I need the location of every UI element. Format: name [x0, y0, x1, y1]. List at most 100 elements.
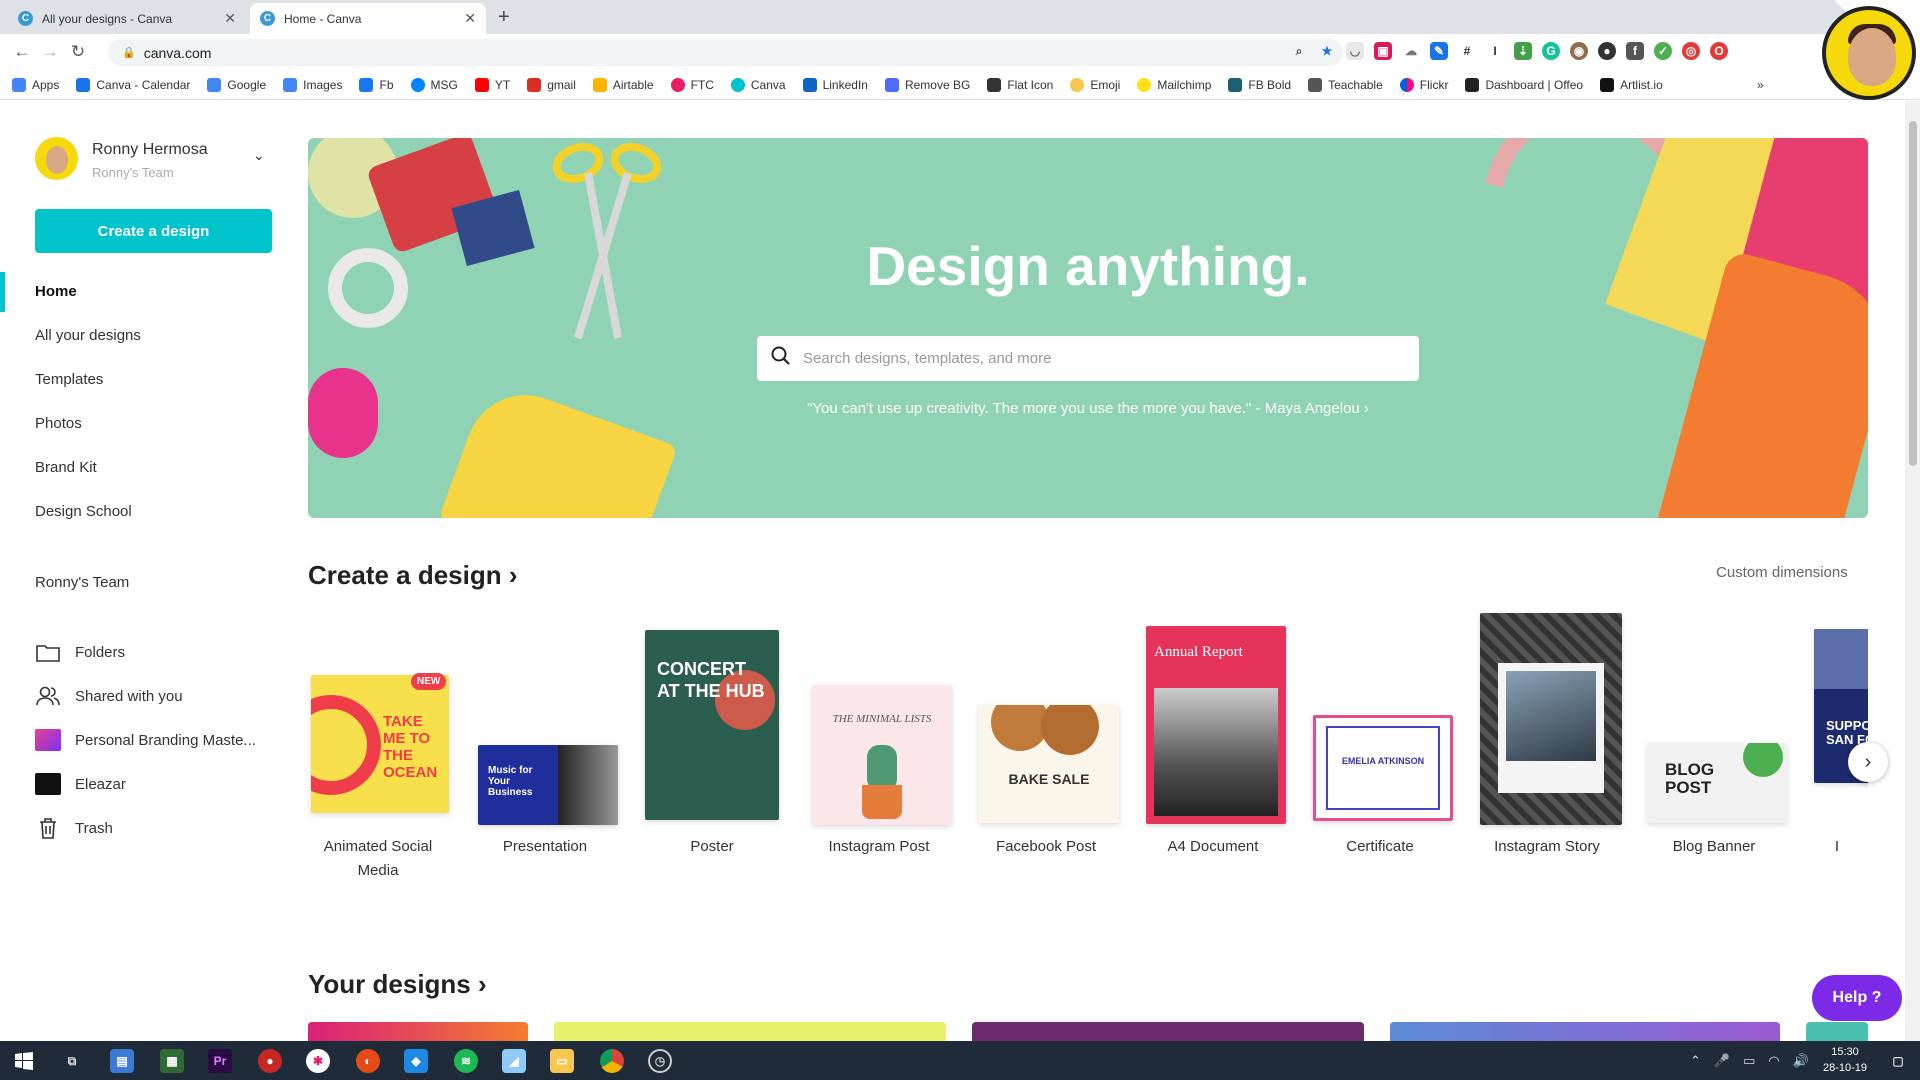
design-type-facebook-post[interactable]: BAKE SALE Facebook Post: [971, 608, 1121, 888]
app-icon[interactable]: ◐: [356, 1049, 380, 1073]
battery-icon[interactable]: ▭: [1743, 1053, 1755, 1069]
zoom-icon[interactable]: ⌕: [1290, 42, 1308, 60]
search-box[interactable]: [757, 336, 1419, 381]
bookmark-teachable[interactable]: Teachable: [1308, 77, 1383, 92]
bookmark-canva-calendar[interactable]: Canva - Calendar: [76, 77, 190, 92]
bookmark-apps[interactable]: Apps: [12, 77, 59, 92]
app-icon[interactable]: ◢: [502, 1049, 526, 1073]
chrome-icon[interactable]: [600, 1049, 624, 1073]
bookmark-remove-bg[interactable]: Remove BG: [884, 77, 970, 92]
create-design-button[interactable]: Create a design: [35, 209, 272, 253]
your-designs-heading[interactable]: Your designs ›: [308, 969, 487, 1000]
reload-icon[interactable]: ↻: [64, 42, 92, 62]
bookmark-canva[interactable]: Canva: [730, 77, 786, 92]
volume-icon[interactable]: 🔊: [1793, 1053, 1809, 1069]
hero-quote-link[interactable]: "You can't use up creativity. The more y…: [308, 400, 1868, 417]
carousel-next-button[interactable]: ›: [1848, 742, 1888, 782]
bookmark-emoji[interactable]: Emoji: [1070, 77, 1120, 92]
nav-templates[interactable]: Templates: [35, 371, 103, 388]
scrollbar-thumb[interactable]: [1909, 121, 1917, 466]
hash-icon[interactable]: #: [1458, 42, 1476, 60]
bookmark-linkedin[interactable]: LinkedIn: [802, 77, 868, 92]
sidebar-item-shared[interactable]: Shared with you: [35, 683, 183, 709]
wifi-icon[interactable]: ◠: [1768, 1053, 1779, 1069]
bookmark-flickr[interactable]: Flickr: [1399, 77, 1448, 92]
cloud-icon[interactable]: ☁: [1402, 42, 1420, 60]
extension-icon[interactable]: f: [1626, 42, 1644, 60]
bookmark-google[interactable]: Google: [207, 77, 266, 92]
sidebar-item-folders[interactable]: Folders: [35, 639, 125, 665]
close-icon[interactable]: ✕: [224, 10, 236, 27]
task-view-icon[interactable]: ⧉: [60, 1049, 84, 1073]
bookmark-artlist[interactable]: Artlist.io: [1600, 77, 1663, 92]
spotify-icon[interactable]: ≋: [454, 1049, 478, 1073]
app-icon[interactable]: ●: [258, 1049, 282, 1073]
forward-icon[interactable]: →: [36, 42, 64, 62]
bookmark-yt[interactable]: YT: [474, 77, 510, 92]
account-menu[interactable]: Ronny Hermosa Ronny's Team ⌄: [35, 137, 275, 187]
extension-icon[interactable]: ✎: [1430, 42, 1448, 60]
extension-icon[interactable]: ▣: [1374, 42, 1392, 60]
bookmark-gmail[interactable]: gmail: [527, 77, 576, 92]
windows-start-icon[interactable]: [12, 1049, 36, 1073]
close-icon[interactable]: ✕: [464, 10, 476, 27]
page-scrollbar[interactable]: [1905, 101, 1920, 1041]
sidebar-item-eleazar[interactable]: Eleazar: [35, 771, 126, 797]
back-icon[interactable]: ←: [8, 42, 36, 62]
clock[interactable]: 15:30 28-10-19: [1810, 1044, 1880, 1076]
extension-icon[interactable]: ✓: [1654, 42, 1672, 60]
app-icon[interactable]: ◷: [648, 1049, 672, 1073]
design-type-a4-document[interactable]: Annual Report A4 Document: [1138, 608, 1288, 888]
help-button[interactable]: Help ?: [1812, 975, 1902, 1021]
app-icon[interactable]: ✱: [306, 1049, 330, 1073]
new-tab-button[interactable]: +: [498, 6, 510, 29]
store-icon[interactable]: ▤: [110, 1049, 134, 1073]
extension-icon[interactable]: ●: [1598, 42, 1616, 60]
sidebar-item-trash[interactable]: Trash: [35, 815, 113, 841]
bookmark-offeo[interactable]: Dashboard | Offeo: [1465, 77, 1583, 92]
file-explorer-icon[interactable]: ▭: [550, 1049, 574, 1073]
design-type-animated-social[interactable]: TAKE ME TO THE OCEAN NEW Animated Social…: [303, 608, 453, 888]
design-type-instagram-post[interactable]: THE MINIMAL LISTS Instagram Post: [804, 608, 954, 888]
nav-all-designs[interactable]: All your designs: [35, 327, 141, 344]
microphone-icon[interactable]: 🎤: [1714, 1053, 1730, 1069]
grammarly-icon[interactable]: G: [1542, 42, 1560, 60]
create-design-heading[interactable]: Create a design ›: [308, 560, 518, 591]
bookmark-mailchimp[interactable]: Mailchimp: [1137, 77, 1211, 92]
design-type-poster[interactable]: CONCERT AT THE HUB Poster: [637, 608, 787, 888]
extension-icon[interactable]: I: [1486, 42, 1504, 60]
design-type-certificate[interactable]: EMELIA ATKINSON Certificate: [1305, 608, 1455, 888]
chevron-up-icon[interactable]: ⌃: [1690, 1053, 1701, 1069]
address-bar[interactable]: 🔒 canva.com: [108, 39, 1343, 66]
extension-icon[interactable]: ⇣: [1514, 42, 1532, 60]
design-type-instagram-story[interactable]: Instagram Story: [1472, 608, 1622, 888]
nav-design-school[interactable]: Design School: [35, 503, 132, 520]
design-type-blog-banner[interactable]: BLOG POST Blog Banner: [1639, 608, 1789, 888]
sidebar-item-personal-branding[interactable]: Personal Branding Maste...: [35, 727, 256, 753]
bookmark-airtable[interactable]: Airtable: [592, 77, 654, 92]
premiere-icon[interactable]: Pr: [208, 1049, 232, 1073]
app-icon[interactable]: ▦: [160, 1049, 184, 1073]
bookmark-fb[interactable]: Fb: [359, 77, 394, 92]
tab-all-designs[interactable]: C All your designs - Canva ✕: [8, 3, 246, 34]
nav-team[interactable]: Ronny's Team: [35, 574, 129, 591]
bookmark-fb-bold[interactable]: FB Bold: [1228, 77, 1291, 92]
bookmark-msg[interactable]: MSG: [410, 77, 458, 92]
search-input[interactable]: [803, 350, 1403, 367]
bookmark-images[interactable]: Images: [283, 77, 342, 92]
bookmarks-more-button[interactable]: »: [1757, 78, 1764, 92]
opera-icon[interactable]: O: [1710, 42, 1728, 60]
star-icon[interactable]: ★: [1318, 42, 1336, 60]
pocket-icon[interactable]: ◡: [1346, 42, 1364, 60]
dropbox-icon[interactable]: ◆: [404, 1049, 428, 1073]
custom-dimensions-link[interactable]: Custom dimensions: [1716, 564, 1848, 581]
nav-brand-kit[interactable]: Brand Kit: [35, 459, 97, 476]
bookmark-ftc[interactable]: FTC: [670, 77, 714, 92]
bookmark-flat-icon[interactable]: Flat Icon: [987, 77, 1053, 92]
nav-home[interactable]: Home: [35, 283, 77, 300]
tab-home[interactable]: C Home - Canva ✕: [250, 3, 486, 34]
extension-icon[interactable]: ◉: [1570, 42, 1588, 60]
design-type-presentation[interactable]: Music for Your Business Presentation: [470, 608, 620, 888]
chevron-down-icon[interactable]: ⌄: [253, 147, 265, 164]
nav-photos[interactable]: Photos: [35, 415, 82, 432]
